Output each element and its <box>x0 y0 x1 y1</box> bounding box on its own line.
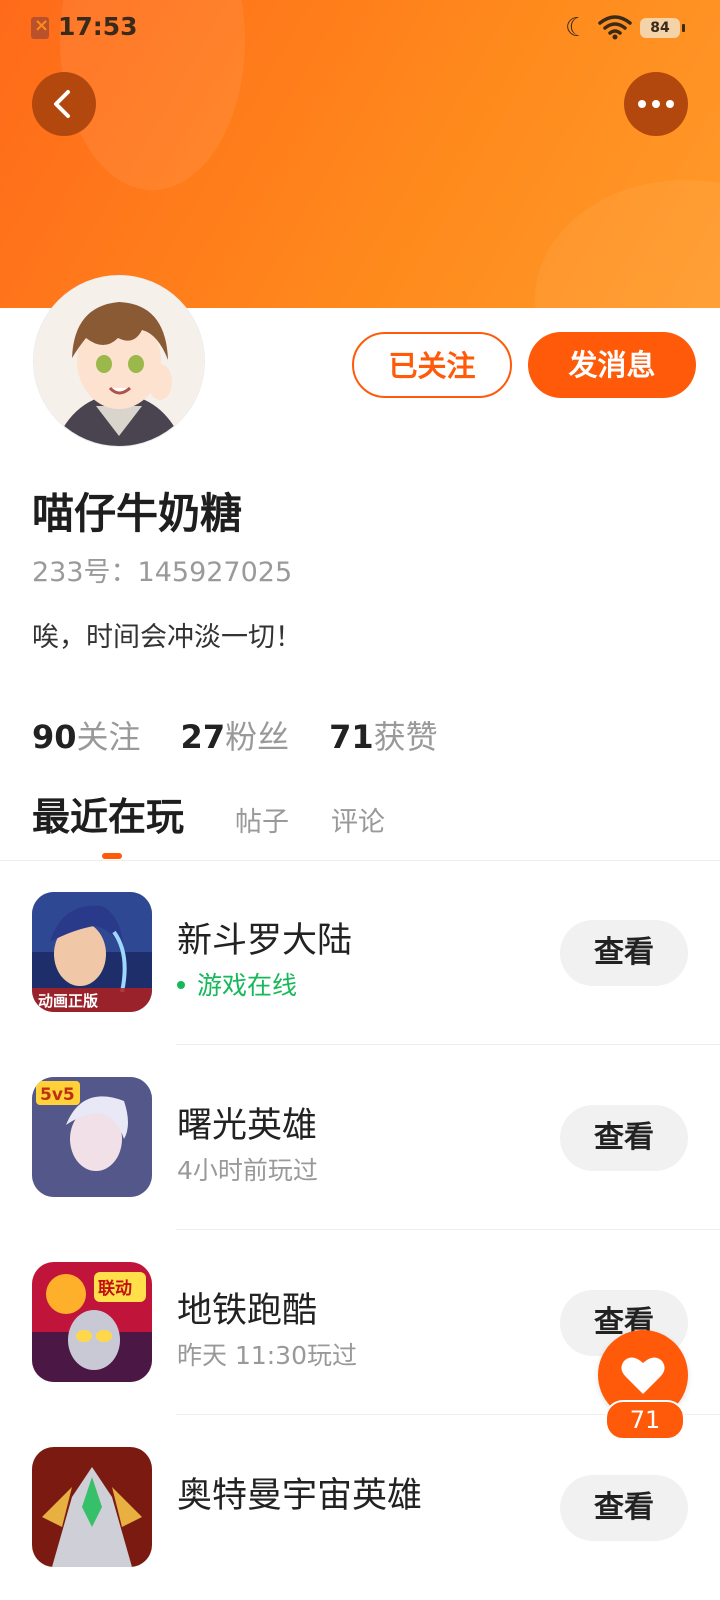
status-bar: 17:53 ☾ 84 <box>0 0 720 56</box>
banner-decoration <box>535 180 720 308</box>
stat-number: 27 <box>180 718 226 756</box>
user-id: 233号：145927025 <box>32 557 293 588</box>
stat-label: 获赞 <box>373 718 438 756</box>
list-item[interactable]: 奥特曼宇宙英雄 查看 <box>0 1415 720 1600</box>
game-icon: 联动 <box>32 1262 152 1382</box>
stat-label: 关注 <box>76 718 141 756</box>
game-name: 奥特曼宇宙英雄 <box>177 1476 423 1516</box>
do-not-disturb-icon: ☾ <box>565 13 589 43</box>
view-game-button[interactable]: 查看 <box>560 1105 688 1171</box>
game-status: 昨天 11:30玩过 <box>177 1341 357 1370</box>
game-icon-badge: 动画正版 <box>38 992 98 1010</box>
game-name: 曙光英雄 <box>177 1106 318 1146</box>
game-icon-badge: 5v5 <box>40 1085 75 1105</box>
user-bio: 唉，时间会冲淡一切！ <box>32 622 302 653</box>
chevron-left-icon <box>54 90 70 118</box>
list-item[interactable]: 5v5 曙光英雄 4小时前玩过 查看 <box>0 1045 720 1230</box>
online-dot-icon <box>177 981 185 989</box>
tab-posts[interactable]: 帖子 <box>235 800 289 839</box>
stat-following[interactable]: 90关注 <box>32 712 141 758</box>
list-item[interactable]: 动画正版 新斗罗大陆 游戏在线 查看 <box>0 860 720 1045</box>
profile-tabs: 最近在玩 帖子 评论 <box>32 790 720 860</box>
status-time: 17:53 <box>58 12 138 41</box>
view-game-button[interactable]: 查看 <box>560 920 688 986</box>
stat-fans[interactable]: 27粉丝 <box>181 712 290 758</box>
avatar[interactable] <box>34 276 204 446</box>
stat-number: 71 <box>329 718 374 756</box>
more-dots-icon <box>638 100 674 108</box>
avatar-image <box>34 276 204 446</box>
tab-recently-played[interactable]: 最近在玩 <box>32 786 184 841</box>
send-message-button[interactable]: 发消息 <box>528 332 696 398</box>
notification-icon <box>31 15 49 39</box>
game-name: 地铁跑酷 <box>177 1291 318 1331</box>
stat-number: 90 <box>32 718 77 756</box>
game-icon: 动画正版 <box>32 892 152 1012</box>
active-tab-indicator <box>102 853 122 859</box>
username: 喵仔牛奶糖 <box>32 489 243 538</box>
stat-label: 粉丝 <box>225 718 290 756</box>
game-status: 游戏在线 <box>177 966 297 1002</box>
tab-comments[interactable]: 评论 <box>331 800 385 839</box>
stat-likes[interactable]: 71获赞 <box>329 712 438 758</box>
game-icon <box>32 1447 152 1567</box>
more-options-button[interactable] <box>624 72 688 136</box>
game-name: 新斗罗大陆 <box>177 921 353 961</box>
view-game-button[interactable]: 查看 <box>560 1475 688 1541</box>
wifi-icon <box>598 14 632 44</box>
followed-button[interactable]: 已关注 <box>352 332 512 398</box>
back-button[interactable] <box>32 72 96 136</box>
game-status: 4小时前玩过 <box>177 1156 318 1185</box>
game-icon-badge: 联动 <box>98 1279 132 1299</box>
game-status-text: 游戏在线 <box>197 971 298 1000</box>
battery-icon: 84 <box>640 18 685 38</box>
game-icon: 5v5 <box>32 1077 152 1197</box>
profile-stats: 90关注 27粉丝 71获赞 <box>32 712 478 758</box>
like-count-badge: 71 <box>605 1400 685 1440</box>
